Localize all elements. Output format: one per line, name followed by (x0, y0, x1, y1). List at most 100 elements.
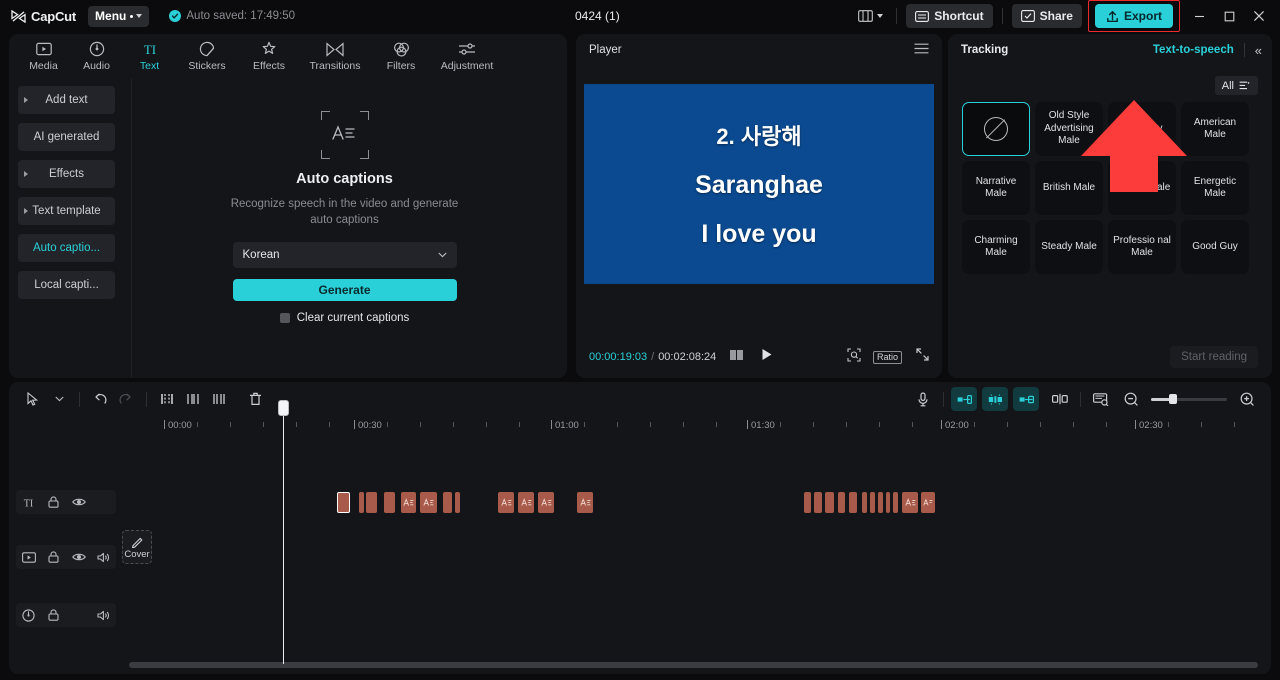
clear-captions-row[interactable]: Clear current captions (279, 312, 409, 324)
text-clip[interactable] (538, 492, 554, 513)
layout-switch-button[interactable] (854, 10, 887, 22)
zoom-in-button[interactable] (1234, 387, 1260, 411)
text-clip[interactable] (921, 492, 935, 513)
voice-filter-button[interactable]: All (1214, 76, 1258, 95)
tool-dropdown-button[interactable] (46, 387, 72, 411)
mute-track-button[interactable] (91, 603, 116, 627)
text-clip[interactable] (804, 492, 811, 513)
text-clip[interactable] (359, 492, 364, 513)
timeline-zoom-slider[interactable] (1151, 394, 1227, 404)
play-button[interactable] (761, 348, 773, 366)
voice-cell[interactable]: Cute Boy (1108, 102, 1176, 156)
text-clip[interactable] (366, 492, 377, 513)
text-clip[interactable] (825, 492, 834, 513)
lock-track-button[interactable] (41, 490, 66, 514)
maximize-button[interactable] (1214, 0, 1244, 32)
text-clip[interactable] (518, 492, 534, 513)
export-button[interactable]: Export (1094, 4, 1173, 28)
tab-filters[interactable]: Filters (370, 34, 432, 78)
tab-effects[interactable]: Effects (238, 34, 300, 78)
timeline-horizontal-scrollbar[interactable] (129, 662, 1258, 668)
text-clip[interactable] (337, 492, 350, 513)
voice-cell[interactable]: British Male (1035, 161, 1103, 215)
voice-cell[interactable]: Old Style Advertising Male (1035, 102, 1103, 156)
trim-left-button[interactable] (180, 387, 206, 411)
generate-button[interactable]: Generate (232, 279, 457, 301)
text-clip[interactable] (838, 492, 845, 513)
record-voiceover-button[interactable] (910, 387, 936, 411)
zoom-out-button[interactable] (1118, 387, 1144, 411)
sidebar-item-text-template[interactable]: Text template (18, 197, 115, 225)
shortcut-button[interactable]: Shortcut (906, 4, 993, 28)
sidebar-item-ai-generated[interactable]: AI generated (18, 123, 115, 151)
minimize-button[interactable] (1184, 0, 1214, 32)
text-clip[interactable] (443, 492, 452, 513)
lock-track-button[interactable] (41, 545, 66, 569)
text-to-speech-tab[interactable]: Text-to-speech (1153, 44, 1234, 56)
voice-cell[interactable]: Normal Male (1108, 161, 1176, 215)
lock-track-button[interactable] (41, 603, 66, 627)
hide-track-button[interactable] (66, 545, 91, 569)
text-clip[interactable] (893, 492, 898, 513)
select-tool-button[interactable] (20, 387, 46, 411)
mute-track-button[interactable] (91, 545, 116, 569)
player-menu-button[interactable] (914, 41, 929, 59)
text-clip[interactable] (849, 492, 857, 513)
tab-transitions[interactable]: Transitions (300, 34, 370, 78)
text-clip[interactable] (886, 492, 890, 513)
text-clip[interactable] (902, 492, 918, 513)
redo-button[interactable] (113, 387, 139, 411)
voice-cell-none[interactable] (962, 102, 1030, 156)
tab-text[interactable]: TI Text (123, 34, 176, 78)
delete-button[interactable] (242, 387, 268, 411)
timeline-ruler[interactable]: 00:00 00:30 01:00 01:30 02:00 02:30 (9, 416, 1271, 438)
playhead-handle[interactable] (278, 400, 289, 416)
tab-stickers[interactable]: Stickers (176, 34, 238, 78)
collapse-panel-button[interactable]: « (1255, 43, 1262, 58)
hide-track-button[interactable] (66, 603, 91, 627)
voice-cell[interactable]: Good Guy (1181, 220, 1249, 274)
split-button[interactable] (154, 387, 180, 411)
zoom-fit-button[interactable] (847, 347, 861, 367)
text-clip[interactable] (384, 492, 395, 513)
menu-button[interactable]: Menu (88, 5, 150, 27)
voice-cell[interactable]: Energetic Male (1181, 161, 1249, 215)
undo-button[interactable] (87, 387, 113, 411)
video-canvas[interactable]: 2. 사랑해 Saranghae I love you (584, 84, 934, 284)
trim-right-button[interactable] (206, 387, 232, 411)
cover-button[interactable]: Cover (122, 530, 152, 564)
keyframe-preview-button[interactable] (1088, 387, 1114, 411)
voice-cell[interactable]: Professio nal Male (1108, 220, 1176, 274)
auto-adsorb-button[interactable] (951, 387, 977, 411)
sidebar-item-local-captions[interactable]: Local capti... (18, 271, 115, 299)
timeline-playhead[interactable] (278, 400, 289, 664)
mute-track-button[interactable] (91, 490, 116, 514)
tab-adjustment[interactable]: Adjustment (432, 34, 502, 78)
text-clip[interactable] (420, 492, 437, 513)
text-clip[interactable] (870, 492, 875, 513)
link-clips-button[interactable] (1013, 387, 1039, 411)
text-clip[interactable] (455, 492, 460, 513)
voice-cell[interactable]: Steady Male (1035, 220, 1103, 274)
voice-cell[interactable]: American Male (1181, 102, 1249, 156)
sidebar-item-auto-captions[interactable]: Auto captio... (18, 234, 115, 262)
clear-captions-checkbox[interactable] (279, 313, 290, 323)
tab-audio[interactable]: Audio (70, 34, 123, 78)
zoom-slider-knob[interactable] (1169, 394, 1177, 404)
sidebar-item-effects[interactable]: Effects (18, 160, 115, 188)
sidebar-item-add-text[interactable]: Add text (18, 86, 115, 114)
voice-cell[interactable]: Charming Male (962, 220, 1030, 274)
magnet-button[interactable] (982, 387, 1008, 411)
text-clip[interactable] (401, 492, 416, 513)
start-reading-button[interactable]: Start reading (1170, 346, 1258, 368)
voice-cell[interactable]: Narrative Male (962, 161, 1030, 215)
text-clip[interactable] (862, 492, 867, 513)
tab-media[interactable]: Media (17, 34, 70, 78)
mirror-button[interactable] (1047, 387, 1073, 411)
close-button[interactable] (1244, 0, 1274, 32)
text-clip[interactable] (577, 492, 593, 513)
fullscreen-button[interactable] (916, 348, 929, 366)
text-clip[interactable] (498, 492, 514, 513)
language-select[interactable]: Korean (232, 242, 457, 268)
frames-button[interactable] (730, 348, 745, 366)
